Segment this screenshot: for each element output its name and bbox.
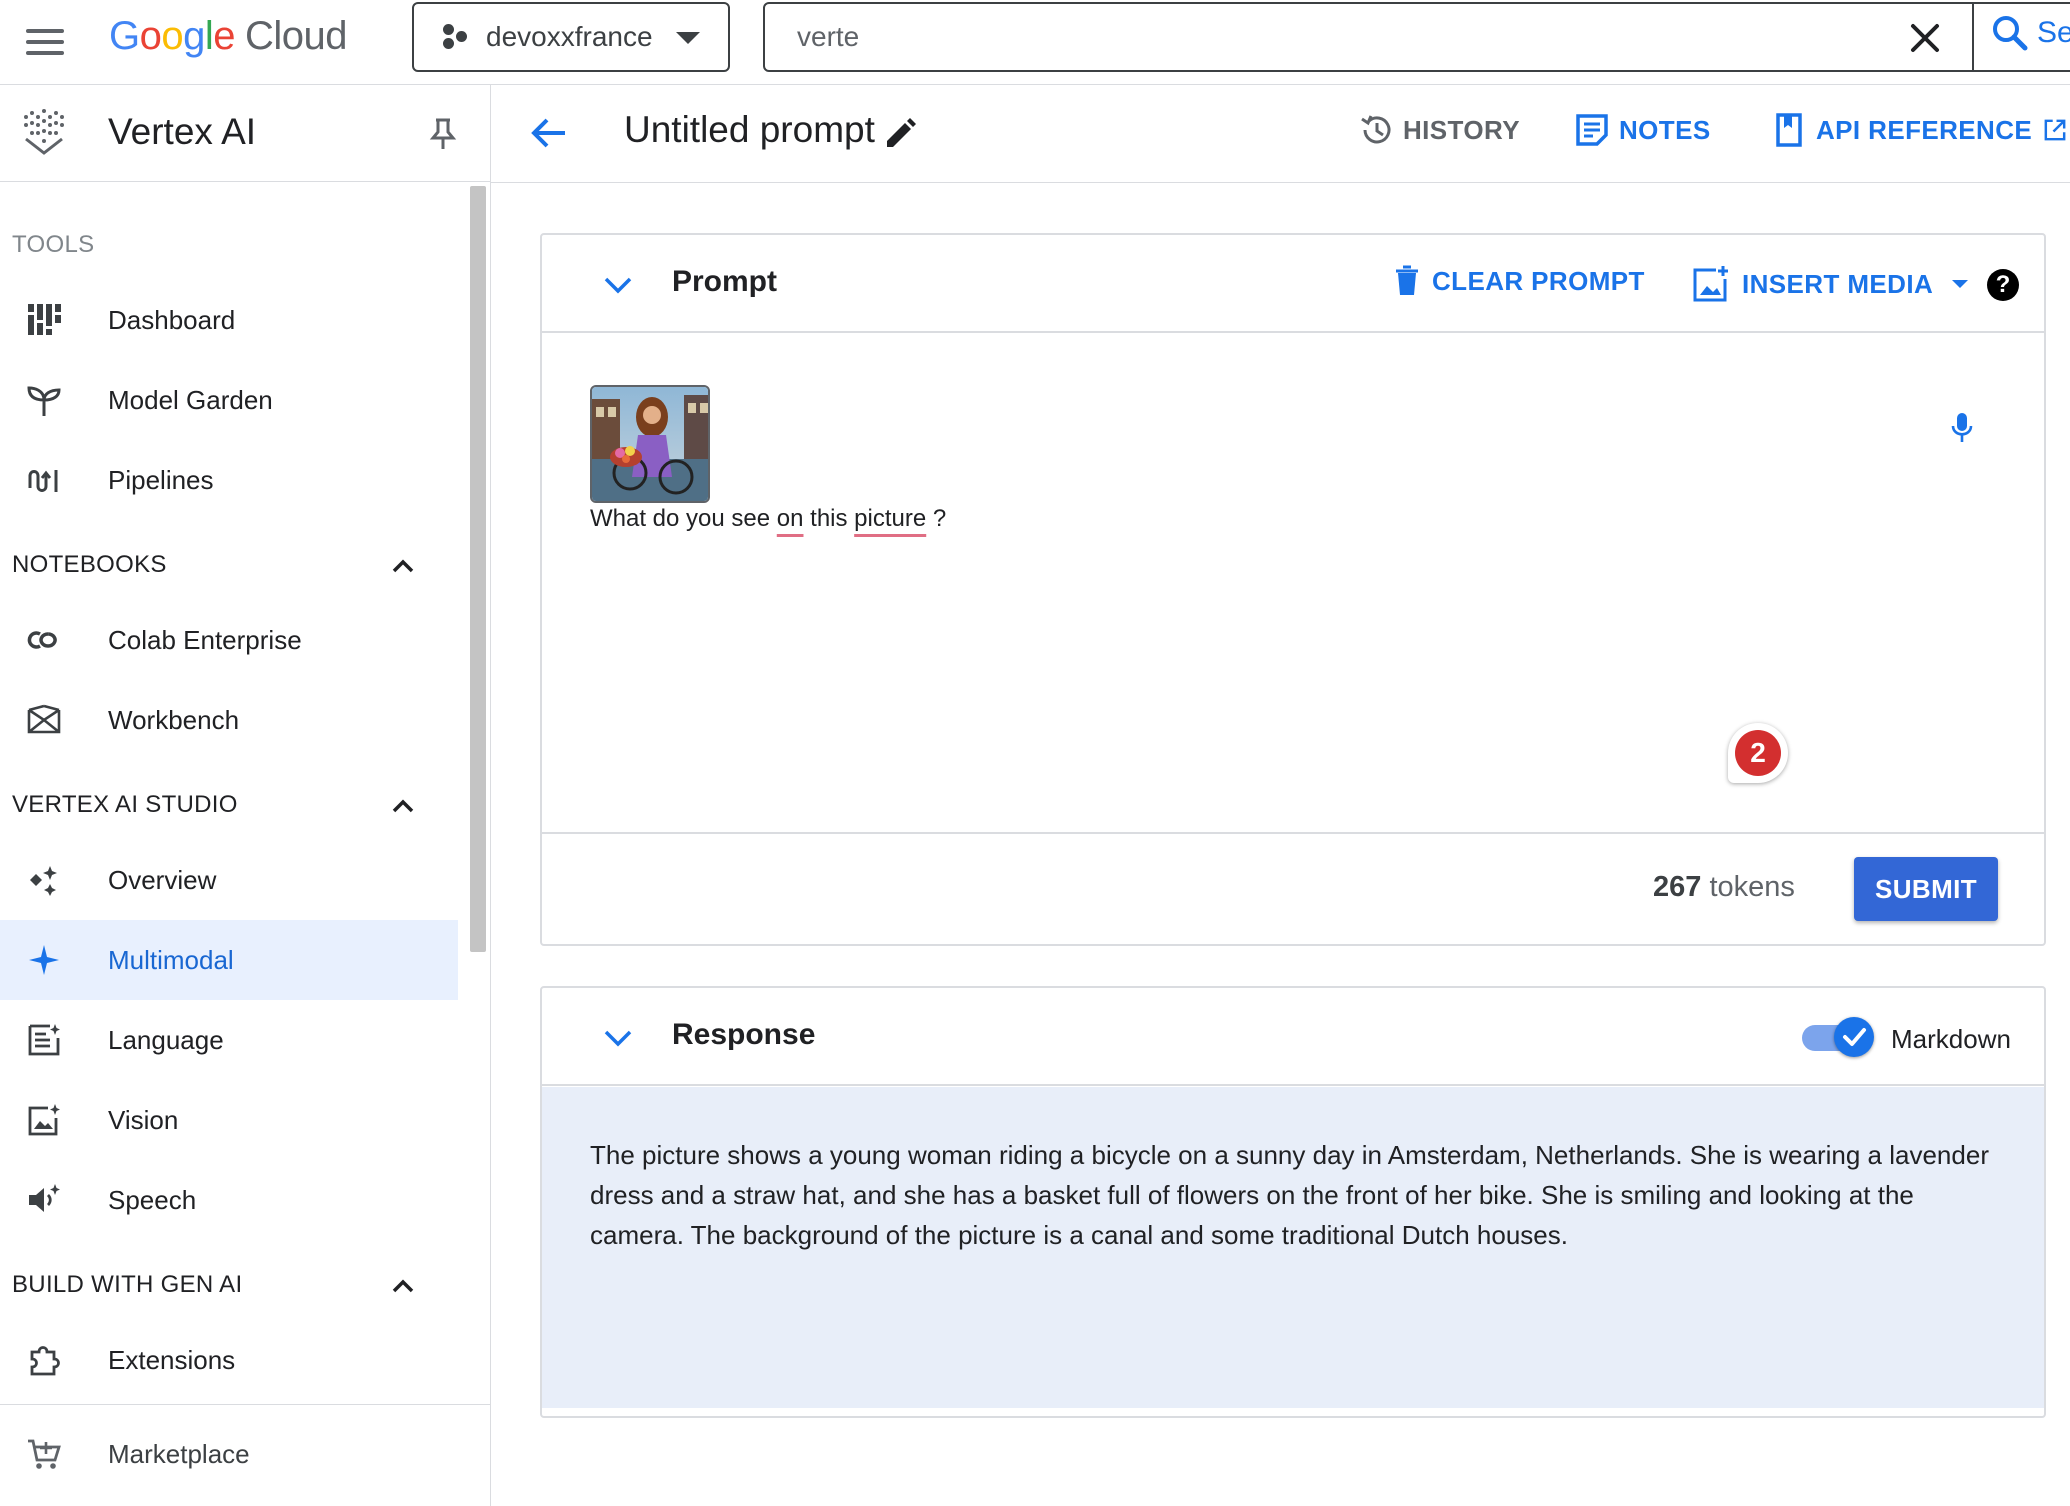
- sidebar-item-marketplace[interactable]: Marketplace: [0, 1414, 458, 1494]
- speech-icon: [29, 1184, 60, 1212]
- sidebar-item-dashboard[interactable]: Dashboard: [0, 280, 458, 360]
- markdown-label: Markdown: [1891, 1024, 2011, 1054]
- response-card-header: Response Markdown: [542, 988, 2044, 1086]
- prompt-image: [592, 387, 708, 501]
- search-divider: [1972, 4, 1974, 70]
- toggle-knob: [1834, 1017, 1874, 1057]
- prompt-footer-divider: [542, 832, 2044, 834]
- insert-media-button[interactable]: INSERT MEDIA: [1692, 265, 1969, 303]
- sidebar-item-colab[interactable]: Colab Enterprise: [0, 600, 458, 680]
- sidebar-item-overview[interactable]: Overview: [0, 840, 458, 920]
- dropdown-caret-icon: [676, 32, 700, 44]
- workbench-icon: [27, 704, 61, 734]
- search-button[interactable]: Se: [1991, 14, 2070, 52]
- response-card: Response Markdown The picture shows a yo…: [540, 986, 2046, 1418]
- page-title: Untitled prompt: [624, 109, 875, 150]
- check-icon: [1843, 1028, 1866, 1046]
- token-count: 267 tokens: [1653, 871, 1795, 903]
- sidebar-item-workbench[interactable]: Workbench: [0, 680, 458, 760]
- section-vertex-ai-studio: VERTEX AI STUDIO: [12, 791, 238, 818]
- spelling-underline: picture: [854, 505, 927, 532]
- prompt-card: Prompt CLEAR PROMPT INSERT MEDIA ? What …: [540, 233, 2046, 946]
- multimodal-icon: [29, 945, 59, 975]
- section-notebooks: NOTEBOOKS: [12, 551, 167, 578]
- clear-prompt-button[interactable]: CLEAR PROMPT: [1394, 265, 1645, 297]
- sidebar-scrollbar[interactable]: [470, 186, 486, 952]
- help-icon[interactable]: ?: [1987, 269, 2019, 301]
- history-icon: [1361, 115, 1391, 144]
- nav-header: Vertex AI: [0, 85, 490, 182]
- sidebar-item-multimodal[interactable]: Multimodal: [0, 920, 458, 1000]
- prompt-image-thumbnail[interactable]: [590, 385, 710, 503]
- top-bar: GoogleCloud devoxxfrance Se: [0, 0, 2070, 85]
- response-title: Response: [672, 1018, 816, 1051]
- nav-footer-divider: [0, 1404, 490, 1405]
- nav-title: Vertex AI: [108, 111, 257, 152]
- language-icon: [28, 1024, 60, 1056]
- pipelines-icon: [28, 470, 58, 492]
- search-bar: Se: [763, 2, 2070, 72]
- history-button[interactable]: HISTORY: [1359, 113, 1520, 147]
- external-link-icon: [2044, 119, 2066, 141]
- model-garden-icon: [27, 386, 61, 416]
- chevron-up-icon[interactable]: [390, 1273, 416, 1299]
- project-picker[interactable]: devoxxfrance: [412, 2, 730, 72]
- response-text: The picture shows a young woman riding a…: [590, 1140, 1989, 1250]
- submit-button[interactable]: SUBMIT: [1854, 857, 1998, 921]
- project-icon: [440, 22, 470, 52]
- search-input[interactable]: [765, 21, 1845, 53]
- sidebar-item-extensions[interactable]: Extensions: [0, 1320, 458, 1400]
- marketplace-icon: [28, 1439, 61, 1469]
- vision-icon: [28, 1104, 60, 1136]
- extensions-icon: [30, 1346, 60, 1376]
- chevron-down-icon[interactable]: [602, 271, 634, 299]
- prompt-card-header: Prompt CLEAR PROMPT INSERT MEDIA ?: [542, 235, 2044, 333]
- section-build-with-gen-ai: BUILD WITH GEN AI: [12, 1271, 243, 1298]
- markdown-toggle[interactable]: [1802, 1016, 1874, 1058]
- chevron-up-icon[interactable]: [390, 553, 416, 579]
- prompt-title: Prompt: [672, 265, 777, 298]
- colab-icon: [27, 631, 57, 649]
- insert-media-icon: [1693, 266, 1728, 302]
- mic-icon[interactable]: [1950, 411, 1974, 445]
- notes-button[interactable]: NOTES: [1575, 113, 1711, 147]
- side-nav: Vertex AI TOOLS Dashboard Model Garden P…: [0, 85, 491, 1506]
- prompt-text[interactable]: What do you see on this picture ?: [590, 505, 946, 533]
- pin-icon[interactable]: [428, 117, 458, 151]
- search-icon: [1993, 16, 2028, 51]
- trash-icon: [1396, 265, 1418, 295]
- response-body: The picture shows a young woman riding a…: [542, 1087, 2044, 1408]
- google-cloud-logo[interactable]: Google Cloud: [109, 12, 348, 60]
- section-tools: TOOLS: [12, 231, 95, 258]
- overview-icon: [30, 866, 57, 896]
- chevron-down-icon[interactable]: [602, 1024, 634, 1052]
- api-reference-icon: [1776, 113, 1802, 147]
- edit-icon[interactable]: [883, 117, 917, 151]
- spelling-underline: on: [776, 505, 804, 532]
- project-name: devoxxfrance: [486, 21, 653, 52]
- back-arrow-icon[interactable]: [529, 113, 569, 153]
- dashboard-icon: [28, 304, 61, 335]
- notes-icon: [1576, 114, 1608, 146]
- api-reference-button[interactable]: API REFERENCE: [1772, 113, 2068, 147]
- menu-icon[interactable]: [26, 20, 70, 64]
- sidebar-item-model-garden[interactable]: Model Garden: [0, 360, 458, 440]
- chevron-up-icon[interactable]: [390, 793, 416, 819]
- notification-count-badge: 2: [1735, 730, 1781, 776]
- sidebar-item-vision[interactable]: Vision: [0, 1080, 458, 1160]
- sidebar-item-language[interactable]: Language: [0, 1000, 458, 1080]
- sidebar-item-pipelines[interactable]: Pipelines: [0, 440, 458, 520]
- vertex-logo-icon: [24, 109, 64, 155]
- page-header: Untitled prompt HISTORY NOTES API REFERE…: [491, 85, 2070, 183]
- dropdown-caret-icon: [1952, 280, 1969, 288]
- sidebar-item-speech[interactable]: Speech: [0, 1160, 458, 1240]
- notification-bubble[interactable]: 2: [1728, 723, 1788, 783]
- close-icon[interactable]: [1905, 18, 1945, 58]
